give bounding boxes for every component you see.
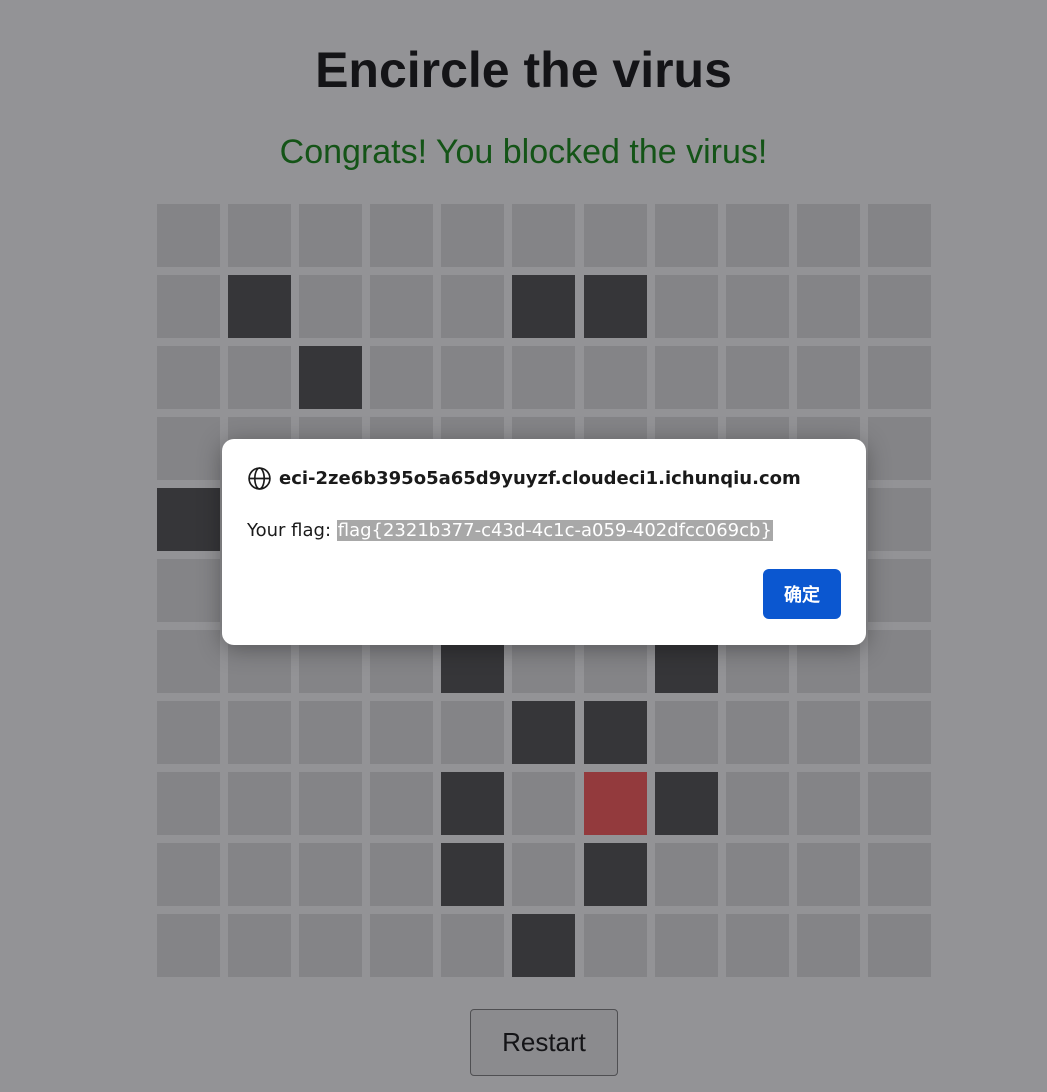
flag-value[interactable]: flag{2321b377-c43d-4c1c-a059-402dfcc069c…	[336, 520, 773, 541]
ok-button[interactable]: 确定	[763, 569, 841, 619]
dialog-message: Your flag: flag{2321b377-c43d-4c1c-a059-…	[247, 520, 773, 541]
dialog-origin: eci-2ze6b395o5a65d9yuyzf.cloudeci1.ichun…	[247, 466, 801, 491]
dialog-origin-text: eci-2ze6b395o5a65d9yuyzf.cloudeci1.ichun…	[279, 468, 801, 489]
dialog-message-label: Your flag:	[247, 520, 337, 541]
globe-icon	[247, 466, 272, 491]
alert-dialog: eci-2ze6b395o5a65d9yuyzf.cloudeci1.ichun…	[222, 439, 866, 645]
